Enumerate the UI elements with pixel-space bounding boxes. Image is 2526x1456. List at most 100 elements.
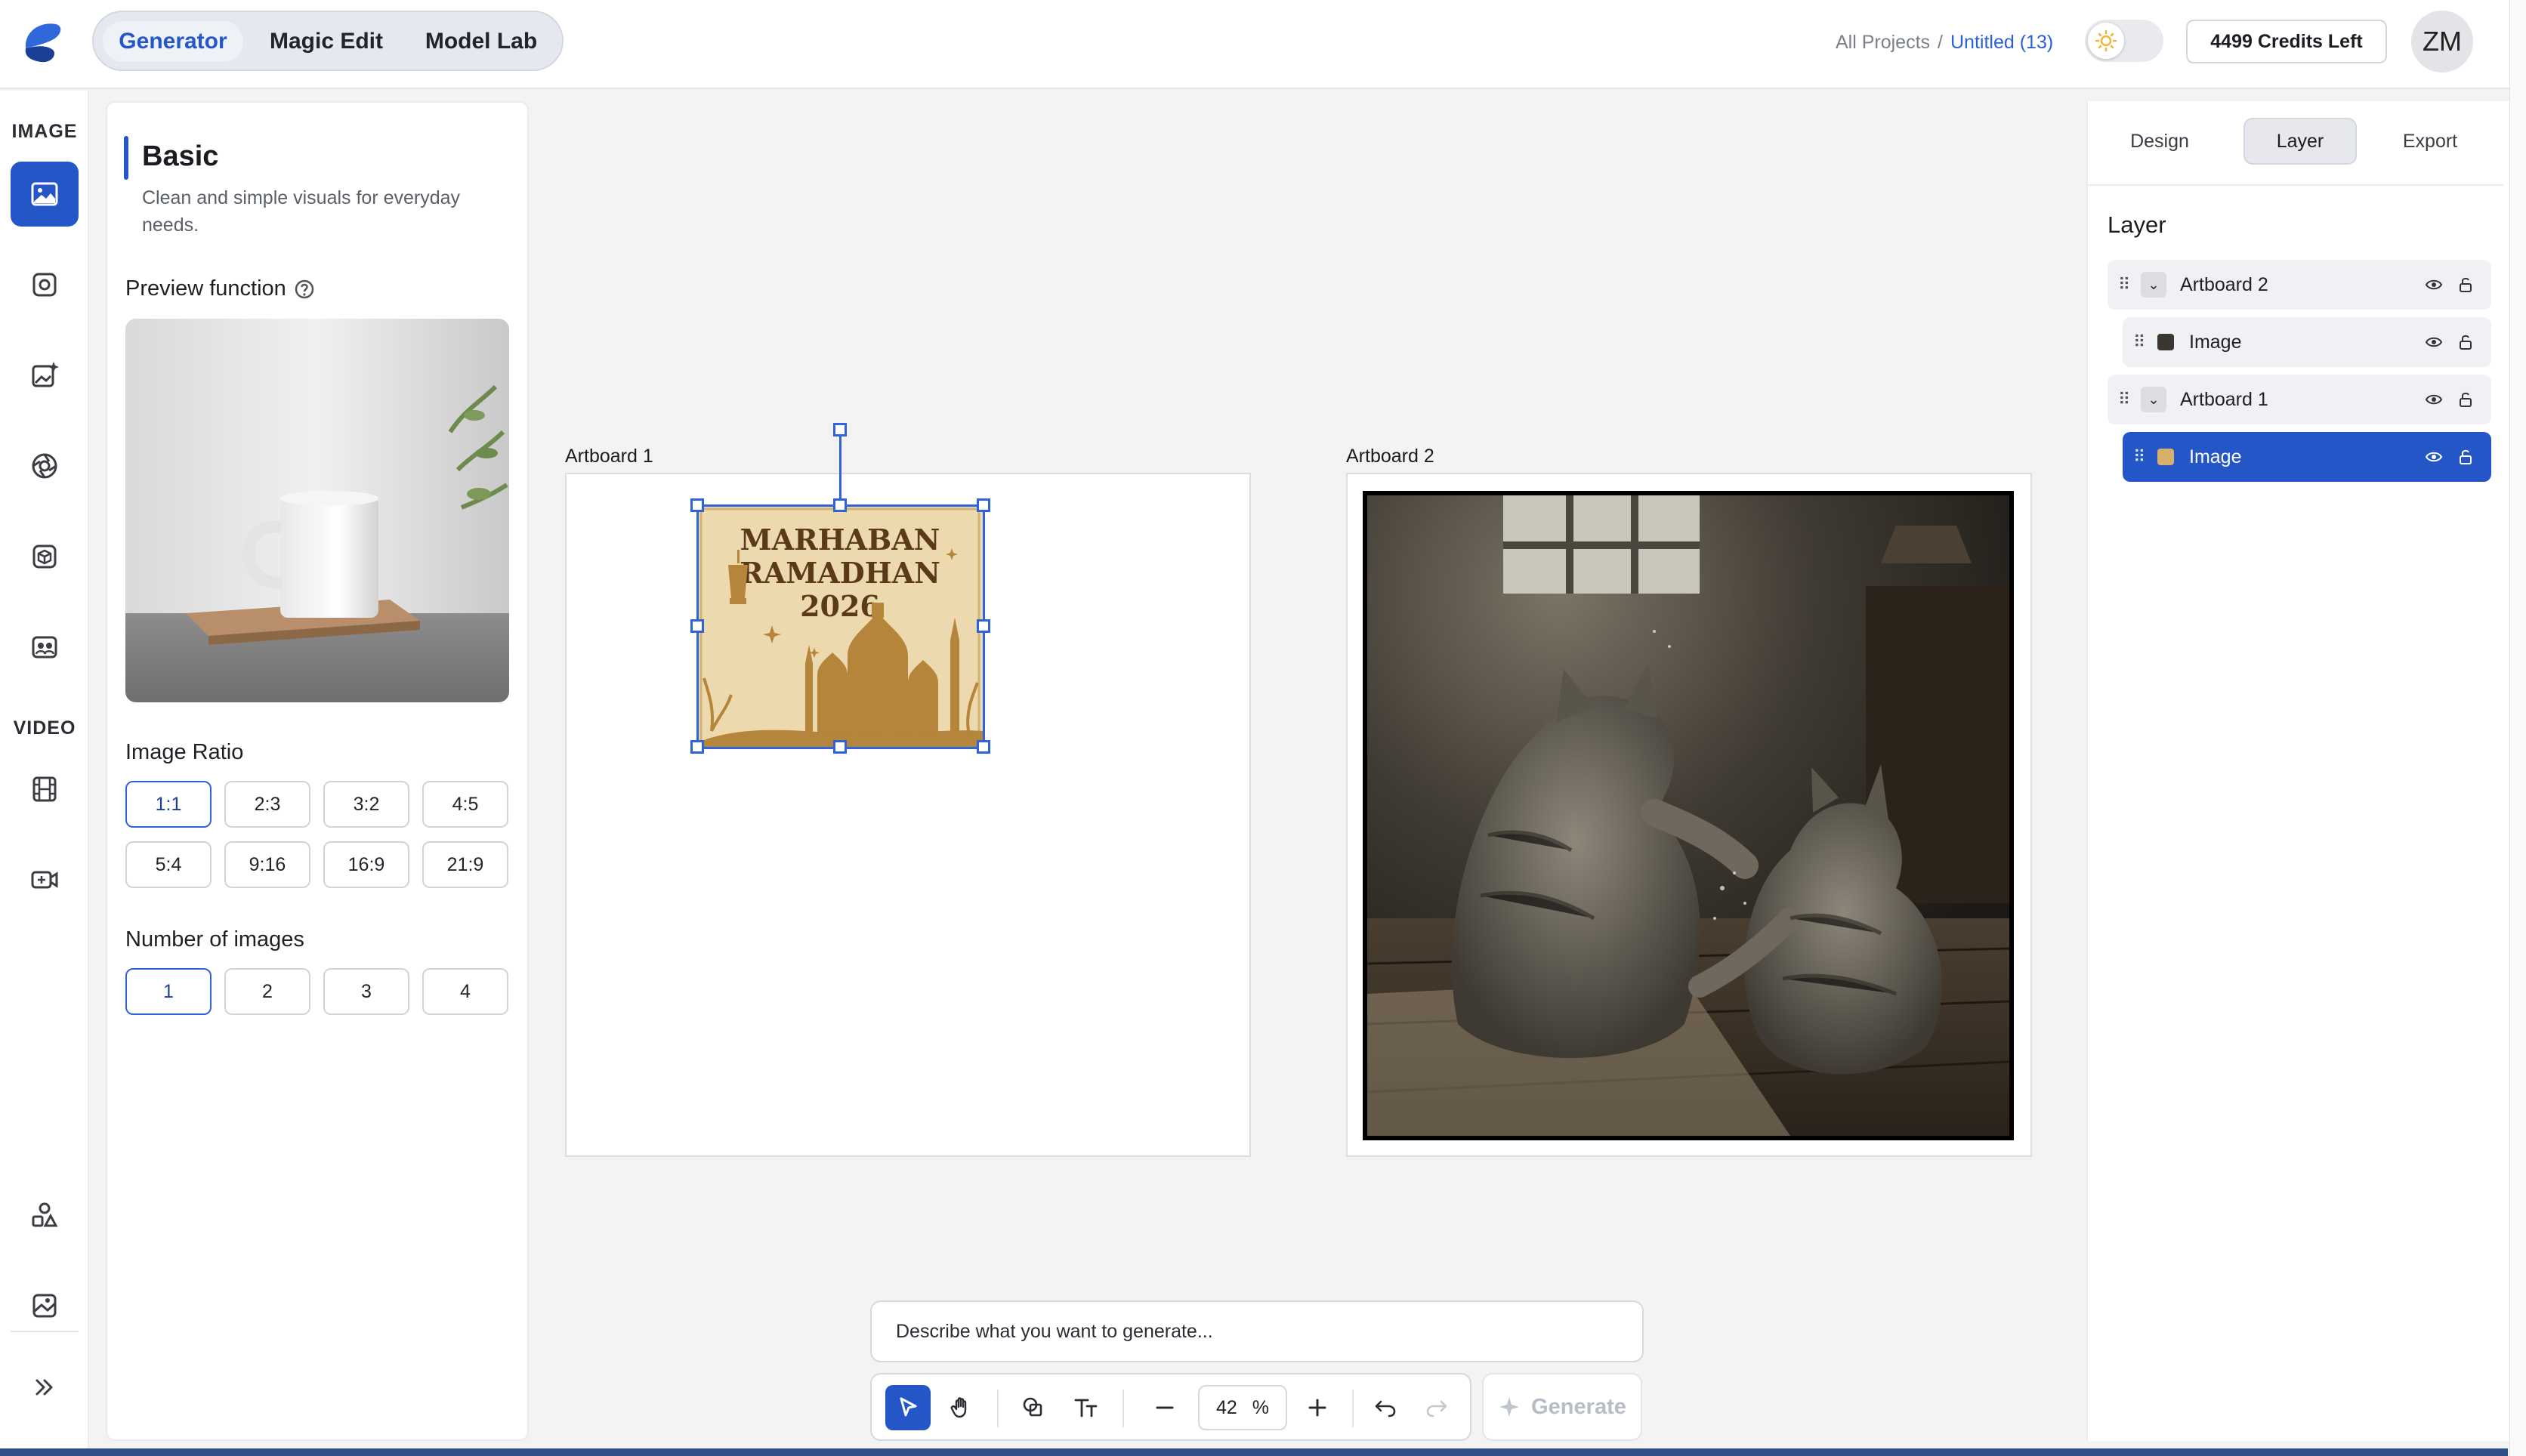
zoom-in-button[interactable] [1295, 1385, 1340, 1430]
tool-rail: IMAGE VIDEO [0, 91, 89, 1448]
app-logo[interactable] [15, 15, 69, 69]
resize-handle-s[interactable] [833, 740, 847, 754]
rail-magic-image-tool[interactable] [11, 343, 79, 408]
mode-tab-magic-edit[interactable]: Magic Edit [252, 21, 400, 62]
image-icon [31, 182, 58, 206]
credits-badge[interactable]: 4499 Credits Left [2186, 20, 2387, 63]
rail-gallery-tool[interactable] [11, 1273, 79, 1338]
resize-handle-nw[interactable] [690, 498, 704, 512]
sun-icon [2088, 23, 2124, 59]
tab-export[interactable]: Export [2373, 118, 2487, 165]
mode-switcher: Generator Magic Edit Model Lab [92, 11, 564, 71]
theme-toggle[interactable] [2085, 20, 2163, 62]
ratio-option-9-16[interactable]: 9:16 [224, 841, 310, 888]
artboard-1-label[interactable]: Artboard 1 [565, 446, 653, 467]
tab-layer[interactable]: Layer [2243, 118, 2357, 165]
cursor-icon [900, 1397, 917, 1417]
chevron-down-icon[interactable]: ⌄ [2141, 272, 2166, 298]
zoom-out-button[interactable] [1142, 1385, 1187, 1430]
mode-tab-generator[interactable]: Generator [103, 21, 243, 62]
shape-tool-button[interactable] [1011, 1385, 1056, 1430]
layer-thumbnail [2157, 449, 2174, 465]
generate-label: Generate [1531, 1394, 1626, 1419]
mode-tab-model-lab[interactable]: Model Lab [409, 21, 553, 62]
ratio-option-3-2[interactable]: 3:2 [323, 781, 409, 828]
unlock-icon[interactable] [2457, 276, 2475, 294]
unlock-icon[interactable] [2457, 448, 2475, 466]
toolbar-divider [1122, 1390, 1124, 1427]
count-option-2[interactable]: 2 [224, 968, 310, 1015]
ratio-option-2-3[interactable]: 2:3 [224, 781, 310, 828]
chevron-down-icon[interactable]: ⌄ [2141, 387, 2166, 412]
window-scrollbar[interactable] [2509, 0, 2526, 1456]
layer-row-artboard-2[interactable]: ⠿ ⌄ Artboard 2 [2108, 260, 2491, 310]
count-option-1[interactable]: 1 [125, 968, 212, 1015]
rail-expand-button[interactable] [11, 1355, 79, 1420]
ratio-option-16-9[interactable]: 16:9 [323, 841, 409, 888]
generate-button[interactable]: Generate [1482, 1373, 1642, 1441]
rail-image-tool[interactable] [11, 162, 79, 227]
eye-icon[interactable] [2425, 448, 2443, 466]
drag-grip-icon[interactable]: ⠿ [2133, 332, 2148, 352]
photo-group-icon [32, 636, 57, 659]
toolbar-divider [997, 1390, 999, 1427]
breadcrumb-root[interactable]: All Projects [1836, 32, 1930, 54]
prompt-input[interactable]: Describe what you want to generate... [870, 1300, 1644, 1362]
redo-button[interactable] [1414, 1385, 1459, 1430]
artboard-2-label[interactable]: Artboard 2 [1346, 446, 1434, 467]
resize-handle-n[interactable] [833, 498, 847, 512]
rail-divider [11, 1331, 79, 1332]
resize-handle-ne[interactable] [977, 498, 990, 512]
ratio-option-4-5[interactable]: 4:5 [422, 781, 508, 828]
canvas-toolbar: 42 % [870, 1373, 1471, 1441]
rail-film-tool[interactable] [11, 757, 79, 822]
resize-handle-sw[interactable] [690, 740, 704, 754]
drag-grip-icon[interactable]: ⠿ [2118, 390, 2133, 409]
eye-icon[interactable] [2425, 276, 2443, 294]
ratio-option-21-9[interactable]: 21:9 [422, 841, 508, 888]
ratio-option-1-1[interactable]: 1:1 [125, 781, 212, 828]
layer-row-image-1[interactable]: ⠿ Image [2123, 432, 2491, 482]
user-avatar[interactable]: ZM [2411, 11, 2473, 72]
count-option-3[interactable]: 3 [323, 968, 409, 1015]
resize-handle-w[interactable] [690, 619, 704, 633]
rail-shapes-tool[interactable] [11, 1183, 79, 1248]
undo-button[interactable] [1363, 1385, 1408, 1430]
rail-photo-group-tool[interactable] [11, 615, 79, 680]
image-ratio-label: Image Ratio [125, 740, 244, 764]
rail-box-tool[interactable] [11, 524, 79, 589]
preview-label-text: Preview function [125, 276, 286, 301]
box-icon [32, 544, 57, 569]
rail-video-camera-tool[interactable] [11, 847, 79, 912]
tab-design[interactable]: Design [2103, 118, 2216, 165]
layer-row-artboard-1[interactable]: ⠿ ⌄ Artboard 1 [2108, 375, 2491, 424]
unlock-icon[interactable] [2457, 333, 2475, 351]
cats-image[interactable] [1363, 491, 2014, 1140]
rail-aperture-tool[interactable] [11, 433, 79, 498]
drag-grip-icon[interactable]: ⠿ [2133, 447, 2148, 467]
resize-handle-e[interactable] [977, 619, 990, 633]
breadcrumb-current[interactable]: Untitled (13) [1950, 32, 2053, 54]
gallery-icon [32, 1294, 57, 1318]
layer-row-image-2[interactable]: ⠿ Image [2123, 317, 2491, 367]
aperture-icon [32, 453, 57, 479]
rail-camera-tool[interactable] [11, 252, 79, 317]
drag-grip-icon[interactable]: ⠿ [2118, 275, 2133, 295]
eye-icon[interactable] [2425, 390, 2443, 409]
rotate-handle[interactable] [833, 423, 847, 436]
eye-icon[interactable] [2425, 333, 2443, 351]
ratio-option-5-4[interactable]: 5:4 [125, 841, 212, 888]
help-icon[interactable] [294, 279, 315, 300]
unlock-icon[interactable] [2457, 390, 2475, 409]
shapes-icon [32, 1202, 58, 1227]
layer-name: Artboard 1 [2180, 388, 2268, 410]
resize-handle-se[interactable] [977, 740, 990, 754]
count-option-4[interactable]: 4 [422, 968, 508, 1015]
breadcrumb: All Projects / Untitled (13) [1836, 27, 2053, 57]
zoom-input[interactable]: 42 % [1198, 1385, 1287, 1430]
hand-tool-button[interactable] [938, 1385, 984, 1430]
select-tool-button[interactable] [885, 1385, 931, 1430]
top-bar: Generator Magic Edit Model Lab All Proje… [0, 0, 2526, 89]
text-tool-button[interactable] [1064, 1385, 1109, 1430]
video-camera-icon [31, 871, 58, 889]
